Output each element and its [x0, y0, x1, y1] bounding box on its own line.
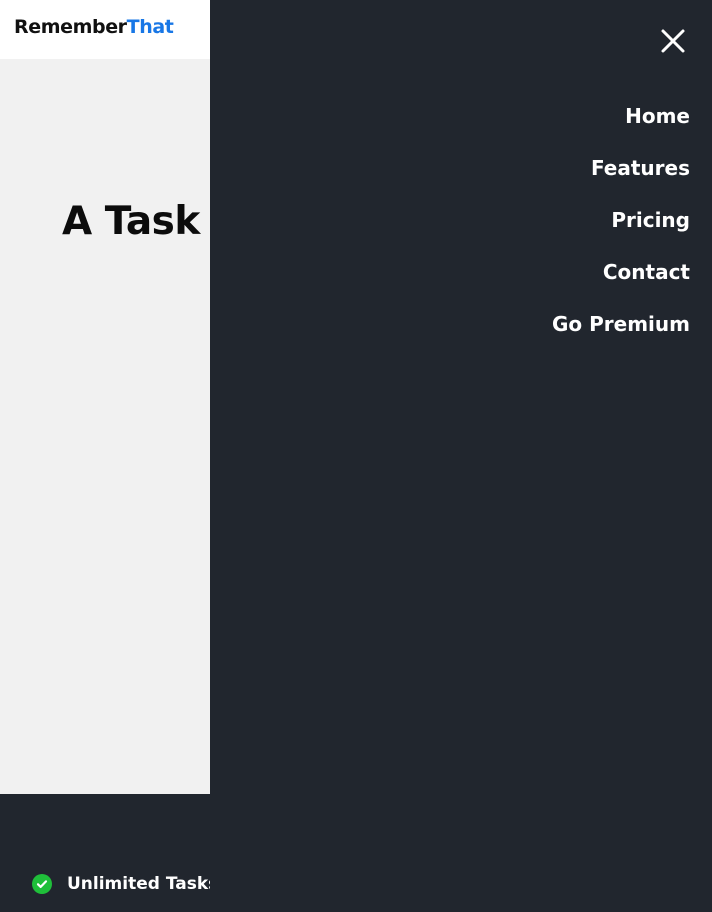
nav-item-go-premium[interactable]: Go Premium: [552, 312, 690, 364]
logo-primary-text: Remember: [14, 16, 127, 38]
nav-drawer: Home Features Pricing Contact Go Premium: [210, 0, 712, 912]
nav-menu: Home Features Pricing Contact Go Premium: [552, 104, 690, 364]
feature-item: Unlimited Tasks: [32, 874, 218, 894]
nav-item-contact[interactable]: Contact: [552, 260, 690, 312]
feature-label: Unlimited Tasks: [67, 874, 219, 894]
close-icon: [661, 29, 685, 53]
logo[interactable]: RememberThat: [14, 16, 174, 38]
page: RememberThat A Task A Unlimited Tasks Ho…: [0, 0, 712, 912]
nav-item-pricing[interactable]: Pricing: [552, 208, 690, 260]
check-circle-icon: [32, 874, 52, 894]
nav-item-features[interactable]: Features: [552, 156, 690, 208]
close-button[interactable]: [660, 28, 686, 54]
logo-accent-text: That: [126, 16, 174, 38]
nav-item-home[interactable]: Home: [552, 104, 690, 156]
